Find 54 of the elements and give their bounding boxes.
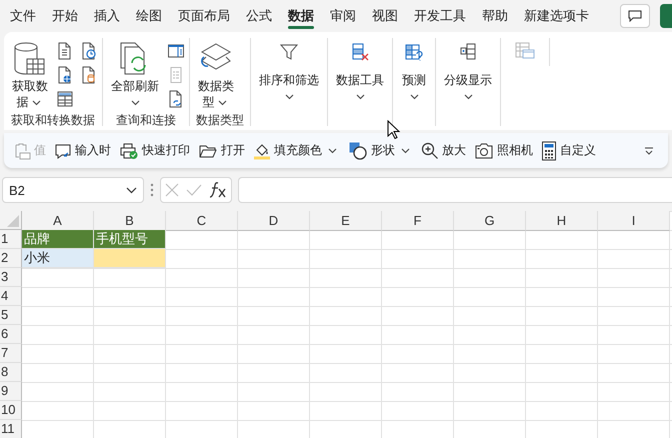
menu-tab[interactable]: 开始: [44, 0, 86, 32]
ribbon-button[interactable]: 分级显示: [440, 38, 496, 110]
row-header[interactable]: 9: [0, 382, 22, 401]
menu-tab[interactable]: 公式: [238, 0, 280, 32]
column-header[interactable]: A: [22, 211, 94, 231]
row-header[interactable]: 2: [0, 249, 22, 268]
column-header[interactable]: D: [238, 211, 310, 231]
row-header[interactable]: 10: [0, 401, 22, 420]
ribbon-button[interactable]: 获取数据: [8, 38, 52, 112]
table-cell: 小米: [22, 249, 94, 268]
column-header[interactable]: C: [166, 211, 238, 231]
toolbar-button[interactable]: 打开: [195, 140, 248, 162]
toolbar-button[interactable]: 形状: [345, 138, 416, 162]
column-header[interactable]: H: [526, 211, 598, 231]
menu-tab[interactable]: 帮助: [474, 0, 516, 32]
group-label: 数据类型: [195, 112, 245, 128]
column-header[interactable]: E: [310, 211, 382, 231]
row-header[interactable]: 6: [0, 325, 22, 344]
ribbon-button[interactable]: 全部刷新: [107, 38, 163, 112]
menu-tab[interactable]: 开发工具: [406, 0, 474, 32]
toolbar-button[interactable]: 快速打印: [116, 140, 193, 162]
row-header[interactable]: 3: [0, 268, 22, 287]
column-header[interactable]: I: [598, 211, 670, 231]
menu-tab[interactable]: 绘图: [128, 0, 170, 32]
menu-tab[interactable]: 审阅: [322, 0, 364, 32]
column-header[interactable]: F: [382, 211, 454, 231]
name-box[interactable]: B2: [2, 177, 144, 203]
menu-tab[interactable]: 插入: [86, 0, 128, 32]
row-header[interactable]: 8: [0, 363, 22, 382]
ribbon-button[interactable]: 数据类型: [194, 38, 238, 112]
column-header[interactable]: B: [94, 211, 166, 231]
ribbon-button[interactable]: 排序和筛选: [255, 38, 323, 110]
row-header[interactable]: 5: [0, 306, 22, 325]
row-header[interactable]: 7: [0, 344, 22, 363]
table-cell: 品牌: [22, 230, 94, 249]
column-header[interactable]: G: [454, 211, 526, 231]
menu-tab[interactable]: 数据: [280, 0, 322, 32]
toolbar-button[interactable]: 自定义: [538, 138, 599, 162]
ribbon-button[interactable]: 预测: [397, 38, 431, 110]
group-label: 查询和连接: [115, 112, 177, 128]
menu-tab[interactable]: 页面布局: [170, 0, 238, 32]
toolbar-button[interactable]: 照相机: [471, 140, 536, 162]
row-header[interactable]: 11: [0, 420, 22, 438]
row-header[interactable]: 4: [0, 287, 22, 306]
row-header[interactable]: 1: [0, 230, 22, 249]
group-label: 获取和转换数据: [10, 112, 96, 128]
menu-tab[interactable]: 文件: [2, 0, 44, 32]
toolbar-button[interactable]: 放大: [418, 140, 469, 162]
toolbar-button[interactable]: 填充颜色: [250, 140, 343, 162]
ribbon-button[interactable]: 数据工具: [332, 38, 388, 110]
table-cell: 手机型号: [94, 230, 166, 249]
menu-tab[interactable]: 视图: [364, 0, 406, 32]
toolbar-button[interactable]: 输入时: [51, 140, 114, 162]
menu-tab[interactable]: 新建选项卡: [516, 0, 597, 32]
